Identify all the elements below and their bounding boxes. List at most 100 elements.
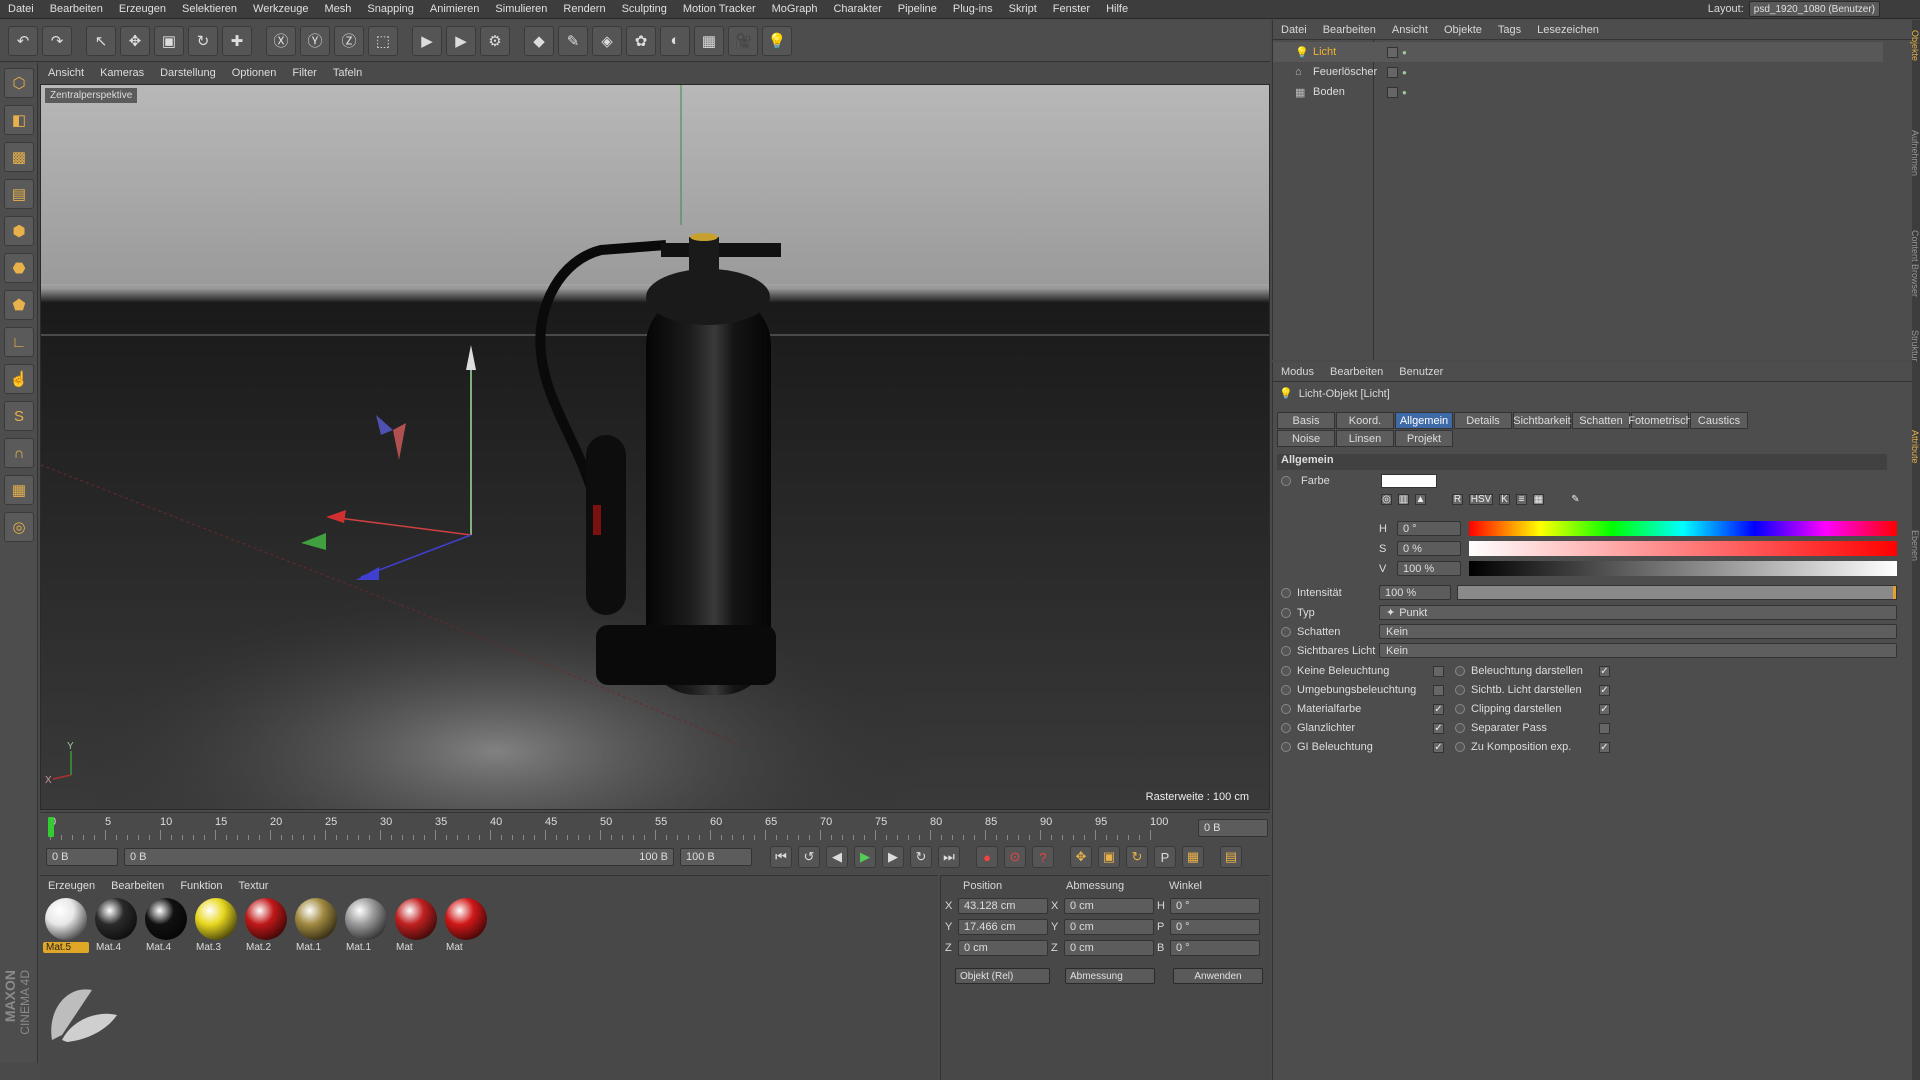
attribute-menu-item-2[interactable]: Benutzer: [1391, 366, 1451, 378]
key-position-icon[interactable]: ✥: [1070, 846, 1092, 868]
visibility-toggle[interactable]: [1387, 86, 1398, 98]
object-menu-item-2[interactable]: Ansicht: [1384, 24, 1436, 36]
texture-mode-icon[interactable]: ▩: [4, 142, 34, 172]
material-preview[interactable]: [345, 898, 387, 940]
prev-frame-icon[interactable]: ◀: [826, 846, 848, 868]
grid-snap-icon[interactable]: ▦: [4, 475, 34, 505]
image-picker-icon[interactable]: ▲: [1415, 494, 1426, 505]
material-item[interactable]: Mat: [393, 898, 439, 953]
range-slider[interactable]: 0 B 100 B: [124, 848, 674, 866]
hsv-mode-icon[interactable]: HSV: [1469, 494, 1493, 505]
object-menu-item-3[interactable]: Objekte: [1436, 24, 1490, 36]
light-icon[interactable]: 💡: [762, 25, 792, 56]
side-tab[interactable]: Content Browser: [1906, 230, 1920, 297]
render-view-icon[interactable]: ▶: [412, 25, 442, 56]
points-mode-icon[interactable]: ⬢: [4, 216, 34, 246]
check-anim-dot[interactable]: [1281, 685, 1291, 695]
menu-item-10[interactable]: Sculpting: [614, 3, 675, 15]
position-field[interactable]: 17.466 cm: [958, 919, 1048, 935]
end-frame-field[interactable]: 100 B: [680, 848, 752, 866]
model-mode-icon[interactable]: ◧: [4, 105, 34, 135]
position-field[interactable]: 0 cm: [958, 940, 1048, 956]
viewport-menu-item-0[interactable]: Ansicht: [40, 67, 92, 79]
key-pla-icon[interactable]: ▦: [1182, 846, 1204, 868]
workplane-icon[interactable]: ▤: [4, 179, 34, 209]
add-tool-icon[interactable]: ✚: [222, 25, 252, 56]
render-toggle-icon[interactable]: ●: [1402, 88, 1407, 97]
material-item[interactable]: Mat.1: [293, 898, 339, 953]
tweak-mode-icon[interactable]: ☝: [4, 364, 34, 394]
side-tab[interactable]: Ebenen: [1906, 530, 1920, 561]
select-tool-icon[interactable]: ↖: [86, 25, 116, 56]
menu-item-14[interactable]: Pipeline: [890, 3, 945, 15]
next-frame-icon[interactable]: ▶: [882, 846, 904, 868]
x-axis-lock-icon[interactable]: Ⓧ: [266, 25, 296, 56]
snap-icon[interactable]: S: [4, 401, 34, 431]
kelvin-icon[interactable]: K: [1499, 494, 1510, 505]
undo-icon[interactable]: ↶: [8, 25, 38, 56]
rotate-tool-icon[interactable]: ↻: [188, 25, 218, 56]
lock-workplane-icon[interactable]: ◎: [4, 512, 34, 542]
menu-item-5[interactable]: Mesh: [316, 3, 359, 15]
start-frame-field[interactable]: 0 B: [46, 848, 118, 866]
checkbox[interactable]: ✓: [1433, 703, 1444, 715]
menu-item-9[interactable]: Rendern: [555, 3, 613, 15]
rotation-field[interactable]: 0 °: [1170, 919, 1260, 935]
size-field[interactable]: 0 cm: [1064, 898, 1154, 914]
visibility-toggle[interactable]: [1387, 66, 1398, 78]
viewport-menu-item-3[interactable]: Optionen: [224, 67, 285, 79]
menu-item-17[interactable]: Fenster: [1045, 3, 1098, 15]
goto-start-icon[interactable]: ⏮: [770, 846, 792, 868]
menu-item-0[interactable]: Datei: [0, 3, 42, 15]
object-name[interactable]: Feuerlöscher: [1313, 66, 1383, 78]
material-item[interactable]: Mat.4: [93, 898, 139, 953]
checkbox[interactable]: ✓: [1599, 665, 1610, 677]
array-icon[interactable]: ✿: [626, 25, 656, 56]
check-anim-dot[interactable]: [1281, 666, 1291, 676]
pen-spline-icon[interactable]: ✎: [558, 25, 588, 56]
autokey-icon[interactable]: ⊙: [1004, 846, 1026, 868]
checkbox[interactable]: ✓: [1599, 703, 1610, 715]
typ-anim-dot[interactable]: [1281, 608, 1291, 618]
tab-koord[interactable]: Koord.: [1336, 412, 1394, 429]
coordinate-system-icon[interactable]: ⬚: [368, 25, 398, 56]
side-tab[interactable]: Attribute: [1906, 430, 1920, 464]
check-anim-dot[interactable]: [1455, 685, 1465, 695]
timeline-ruler[interactable]: 0 B 051015202530354045505560657075808590…: [40, 812, 1270, 842]
key-parameter-icon[interactable]: P: [1154, 846, 1176, 868]
menu-item-15[interactable]: Plug-ins: [945, 3, 1001, 15]
tab-sichtbarkeit[interactable]: Sichtbarkeit: [1513, 412, 1571, 429]
tab-noise[interactable]: Noise: [1277, 430, 1335, 447]
menu-item-7[interactable]: Animieren: [422, 3, 488, 15]
rgb-icon[interactable]: R: [1452, 494, 1463, 505]
record-keys-icon[interactable]: ●: [976, 846, 998, 868]
tab-details[interactable]: Details: [1454, 412, 1512, 429]
menu-item-8[interactable]: Simulieren: [487, 3, 555, 15]
tab-basis[interactable]: Basis: [1277, 412, 1335, 429]
side-tab[interactable]: Struktur: [1906, 330, 1920, 362]
material-menu-item-3[interactable]: Textur: [231, 880, 277, 892]
object-menu-item-0[interactable]: Datei: [1273, 24, 1315, 36]
checkbox[interactable]: [1433, 665, 1444, 677]
playhead[interactable]: [48, 817, 54, 837]
check-anim-dot[interactable]: [1455, 666, 1465, 676]
check-anim-dot[interactable]: [1281, 704, 1291, 714]
spectrum-icon[interactable]: ▥: [1398, 494, 1409, 505]
side-tab[interactable]: Aufnehmen: [1906, 130, 1920, 176]
mixer-icon[interactable]: ≡: [1516, 494, 1527, 505]
viewport-menu-item-5[interactable]: Tafeln: [325, 67, 370, 79]
checkbox[interactable]: ✓: [1433, 722, 1444, 734]
menu-item-12[interactable]: MoGraph: [764, 3, 826, 15]
polygons-mode-icon[interactable]: ⬟: [4, 290, 34, 320]
side-tab[interactable]: Objekte: [1906, 30, 1920, 61]
cube-primitive-icon[interactable]: ◆: [524, 25, 554, 56]
menu-item-1[interactable]: Bearbeiten: [42, 3, 111, 15]
goto-end-icon[interactable]: ⏭: [938, 846, 960, 868]
eyedropper-icon[interactable]: ✎: [1570, 494, 1581, 505]
material-preview[interactable]: [145, 898, 187, 940]
object-name[interactable]: Licht: [1313, 46, 1383, 58]
material-item[interactable]: Mat.2: [243, 898, 289, 953]
edges-mode-icon[interactable]: ⬣: [4, 253, 34, 283]
schatten-dropdown[interactable]: Kein: [1379, 624, 1897, 639]
tab-projekt[interactable]: Projekt: [1395, 430, 1453, 447]
